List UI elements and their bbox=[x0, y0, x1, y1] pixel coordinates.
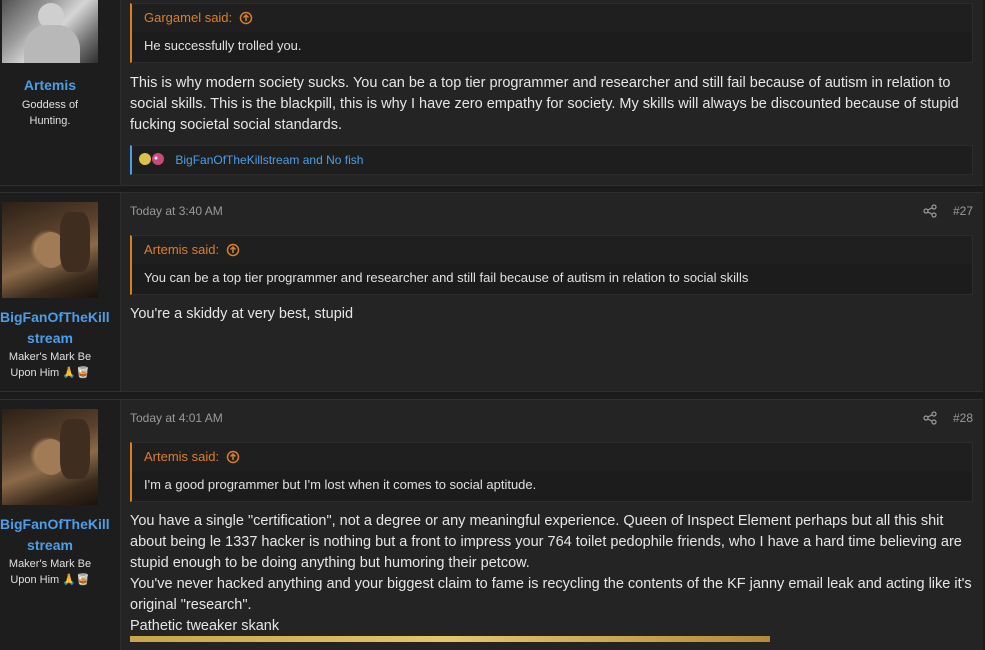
share-icon[interactable] bbox=[923, 411, 937, 425]
message-content: This is why modern society sucks. You ca… bbox=[130, 73, 973, 136]
quote-block: Artemis said: I'm a good programmer but … bbox=[130, 442, 973, 502]
quote-text: I'm a good programmer but I'm lost when … bbox=[144, 477, 537, 492]
user-sidebar: BigFanOfTheKill stream Maker's Mark Be U… bbox=[0, 400, 121, 650]
user-sidebar: Artemis Goddess of Hunting. bbox=[0, 0, 121, 185]
post-28: BigFanOfTheKill stream Maker's Mark Be U… bbox=[0, 399, 983, 650]
embedded-image[interactable] bbox=[130, 636, 770, 642]
user-title-line2: Upon Him 🙏🥃 bbox=[10, 574, 90, 586]
jump-to-quote-icon[interactable] bbox=[239, 11, 253, 25]
quote-text: He successfully trolled you. bbox=[144, 38, 302, 53]
quote-text: You can be a top tier programmer and res… bbox=[144, 270, 749, 285]
avatar[interactable] bbox=[2, 409, 98, 505]
message-paragraph: Pathetic tweaker skank bbox=[130, 618, 280, 634]
avatar[interactable] bbox=[2, 0, 98, 63]
username-line2[interactable]: stream bbox=[0, 535, 100, 556]
user-title-line1: Maker's Mark Be bbox=[8, 351, 92, 363]
post-artemis: Artemis Goddess of Hunting. Gargamel sai… bbox=[0, 0, 983, 186]
message-content: You're a skiddy at very best, stupid bbox=[130, 304, 973, 325]
post-number[interactable]: #27 bbox=[953, 201, 973, 221]
post-meta: Today at 4:01 AM #28 bbox=[130, 408, 973, 428]
message-paragraph: You're a skiddy at very best, stupid bbox=[130, 306, 354, 322]
user-title-line1: Maker's Mark Be bbox=[8, 558, 92, 570]
username-line1[interactable]: BigFanOfTheKill bbox=[0, 514, 110, 535]
quote-block: Gargamel said: He successfully trolled y… bbox=[130, 3, 973, 63]
jump-to-quote-icon[interactable] bbox=[226, 450, 240, 464]
share-icon[interactable] bbox=[923, 204, 937, 218]
quote-header[interactable]: Artemis said: bbox=[132, 443, 972, 471]
username[interactable]: Artemis bbox=[0, 75, 100, 96]
user-title-line2: Upon Him 🙏🥃 bbox=[10, 367, 90, 379]
post-timestamp[interactable]: Today at 4:01 AM bbox=[130, 411, 223, 425]
message-paragraph: You've never hacked anything and your bi… bbox=[130, 576, 972, 613]
quote-block: Artemis said: You can be a top tier prog… bbox=[130, 235, 973, 295]
avatar[interactable] bbox=[2, 202, 98, 298]
user-sidebar: BigFanOfTheKill stream Maker's Mark Be U… bbox=[0, 193, 121, 391]
message-paragraph: This is why modern society sucks. You ca… bbox=[130, 75, 959, 133]
user-title: Goddess of Hunting. bbox=[21, 99, 79, 127]
post-timestamp[interactable]: Today at 3:40 AM bbox=[130, 204, 223, 218]
jump-to-quote-icon[interactable] bbox=[226, 243, 240, 257]
quote-header[interactable]: Artemis said: bbox=[132, 236, 972, 264]
quote-author[interactable]: Gargamel said: bbox=[144, 10, 232, 25]
username-line2[interactable]: stream bbox=[0, 328, 100, 349]
message-content: You have a single "certification", not a… bbox=[130, 511, 973, 637]
quote-header[interactable]: Gargamel said: bbox=[132, 4, 972, 32]
post-meta: Today at 3:40 AM #27 bbox=[130, 201, 973, 221]
reactions-bar[interactable]: BigFanOfTheKillstream and No fish bbox=[130, 145, 973, 175]
post-body: Today at 3:40 AM #27 Artemis said: You c… bbox=[120, 193, 983, 391]
quote-author[interactable]: Artemis said: bbox=[144, 449, 219, 464]
post-number[interactable]: #28 bbox=[953, 408, 973, 428]
post-27: BigFanOfTheKill stream Maker's Mark Be U… bbox=[0, 192, 983, 392]
reaction-icons bbox=[139, 153, 164, 165]
reactions-text[interactable]: BigFanOfTheKillstream and No fish bbox=[175, 153, 363, 167]
message-paragraph: You have a single "certification", not a… bbox=[130, 513, 962, 571]
username-line1[interactable]: BigFanOfTheKill bbox=[0, 307, 110, 328]
post-body: Today at 4:01 AM #28 Artemis said: I'm a… bbox=[120, 400, 983, 650]
quote-author[interactable]: Artemis said: bbox=[144, 242, 219, 257]
post-body: Gargamel said: He successfully trolled y… bbox=[120, 0, 983, 185]
